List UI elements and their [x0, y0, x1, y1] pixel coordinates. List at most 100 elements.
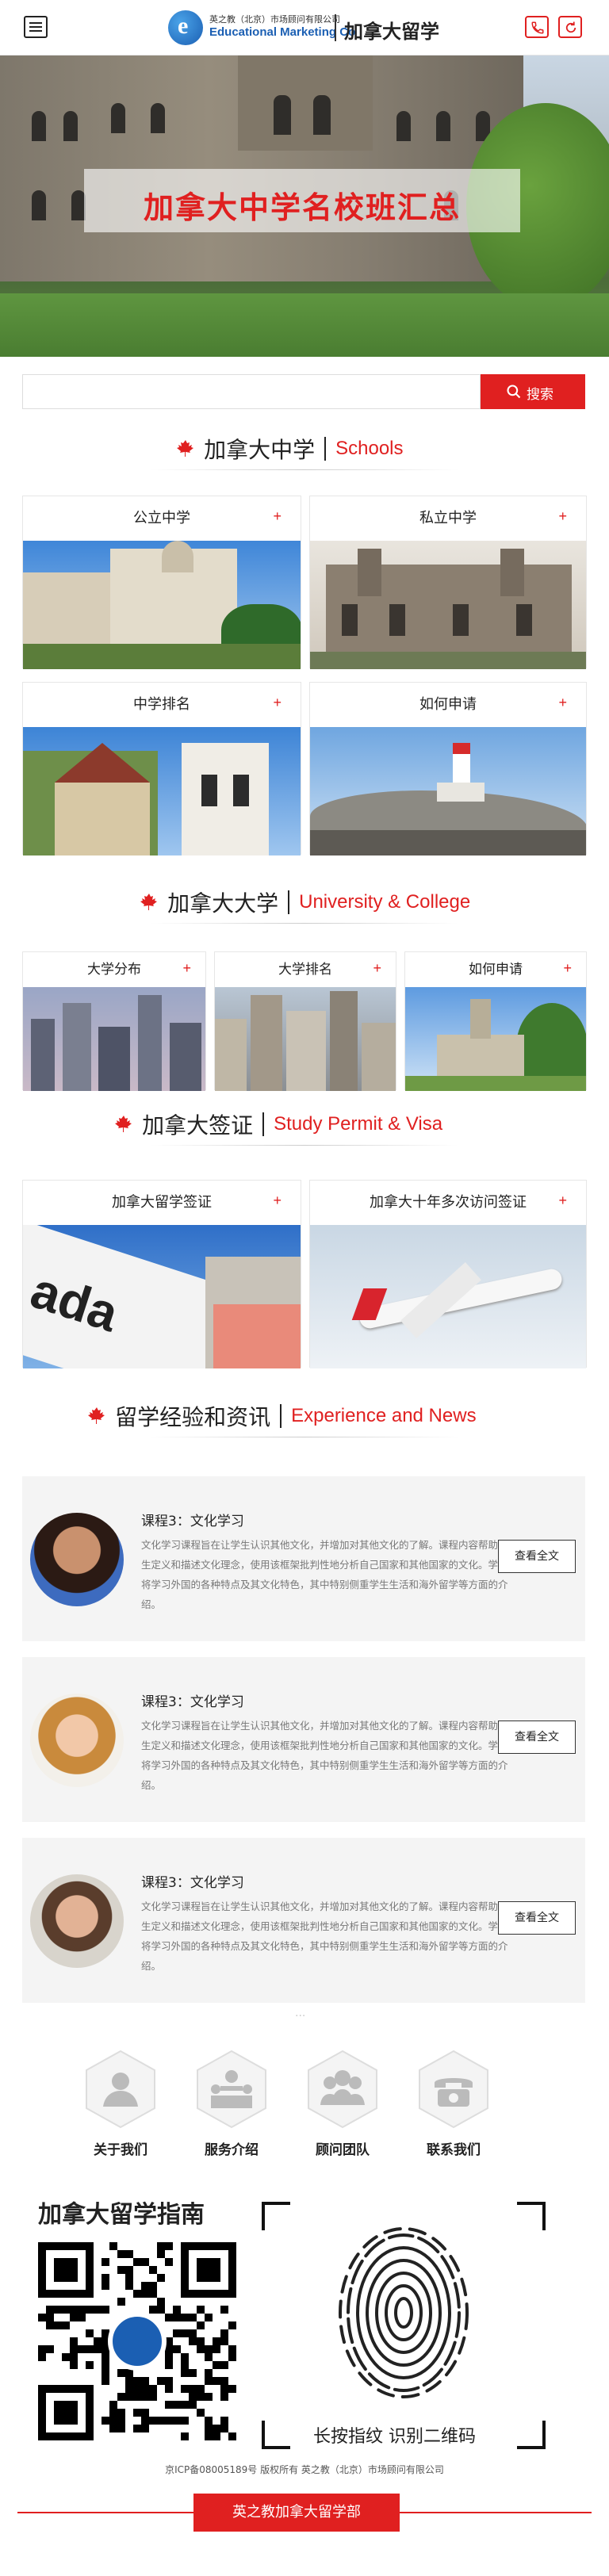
footer-nav-label: 顾问团队	[316, 2142, 370, 2158]
card-how-to-apply-school[interactable]: 如何申请 +	[309, 682, 587, 855]
scan-instruction: 长按指纹 识别二维码	[313, 2427, 476, 2447]
logo[interactable]: e 英之教（北京）市场顾问有限公司 Educational Marketing …	[168, 8, 439, 48]
footer-nav-label: 关于我们	[94, 2142, 147, 2158]
maple-leaf-icon	[115, 1116, 132, 1132]
fingerprint-icon	[339, 2227, 469, 2398]
plus-icon: +	[558, 508, 567, 524]
news-summary: 文化学习课程旨在让学生认识其他文化，并增加对其他文化的了解。课程内容帮助学生定义…	[141, 1720, 508, 1791]
card-public-school[interactable]: 公立中学 +	[22, 496, 301, 669]
section-title-en: University & College	[299, 891, 471, 913]
plus-icon: +	[558, 1192, 567, 1208]
site-title: 加拿大留学	[344, 21, 439, 43]
banner[interactable]: 加拿大中学名校班汇总	[0, 56, 609, 357]
card-university-distribution[interactable]: 大学分布 +	[22, 951, 206, 1091]
maple-leaf-icon	[177, 440, 193, 457]
guide-title: 加拿大留学指南	[38, 2201, 205, 2229]
section-heading-schools: 加拿大中学 Schools	[0, 428, 609, 476]
section-heading-news: 留学经验和资讯 Experience and News	[0, 1395, 609, 1443]
card-label: 如何申请	[469, 962, 523, 978]
news-summary: 文化学习课程旨在让学生认识其他文化，并增加对其他文化的了解。课程内容帮助学生定义…	[141, 1539, 508, 1610]
footer-nav-service[interactable]: 服务介绍	[192, 2050, 271, 2161]
card-image	[310, 541, 586, 669]
news-title: 课程3：文化学习	[141, 1694, 244, 1710]
avatar	[30, 1694, 124, 1787]
footer-nav-team[interactable]: 顾问团队	[303, 2050, 382, 2161]
contact-icon	[419, 2050, 488, 2129]
card-image	[310, 1225, 586, 1368]
card-university-ranking[interactable]: 大学排名 +	[214, 951, 396, 1091]
section-heading-university: 加拿大大学 University & College	[0, 882, 609, 929]
card-private-school[interactable]: 私立中学 +	[309, 496, 587, 669]
card-image	[23, 541, 301, 669]
news-item[interactable]: 课程3：文化学习 文化学习课程旨在让学生认识其他文化，并增加对其他文化的了解。课…	[22, 1657, 585, 1822]
card-ten-year-visa[interactable]: 加拿大十年多次访问签证 +	[309, 1180, 587, 1368]
avatar	[30, 1513, 124, 1606]
card-image	[310, 727, 586, 855]
page: e 英之教（北京）市场顾问有限公司 Educational Marketing …	[0, 0, 609, 2576]
footer-nav-about[interactable]: 关于我们	[81, 2050, 160, 2161]
card-school-ranking[interactable]: 中学排名 +	[22, 682, 301, 855]
section-title-cn: 加拿大签证	[142, 1112, 254, 1139]
card-image	[23, 987, 205, 1091]
card-study-visa[interactable]: 加拿大留学签证 + ada	[22, 1180, 301, 1368]
card-image	[215, 987, 396, 1091]
footer-nav-label: 联系我们	[427, 2142, 481, 2158]
qr-logo-icon	[108, 2312, 167, 2371]
phone-button[interactable]	[525, 16, 549, 38]
section-title-en: Schools	[335, 438, 404, 459]
read-more-button[interactable]: 查看全文	[498, 1540, 576, 1573]
plus-icon: +	[558, 695, 567, 710]
refresh-button[interactable]	[558, 16, 582, 38]
card-university-apply[interactable]: 如何申请 +	[404, 951, 587, 1091]
menu-icon[interactable]	[24, 16, 48, 38]
plus-icon: +	[182, 960, 191, 976]
card-image	[23, 727, 301, 855]
news-title: 课程3：文化学习	[141, 1514, 244, 1529]
card-image	[405, 987, 586, 1091]
search-button-label: 搜索	[527, 387, 553, 403]
plus-icon: +	[273, 1192, 282, 1208]
logo-company-en: Educational Marketing Co	[209, 25, 356, 39]
phone-icon	[531, 21, 544, 34]
footer-nav-contact[interactable]: 联系我们	[414, 2050, 493, 2161]
avatar	[30, 1874, 124, 1968]
news-summary: 文化学习课程旨在让学生认识其他文化，并增加对其他文化的了解。课程内容帮助学生定义…	[141, 1900, 508, 1972]
card-label: 如何申请	[419, 696, 477, 713]
bottom-department-button[interactable]: 英之教加拿大留学部	[193, 2494, 400, 2532]
logo-company-cn: 英之教（北京）市场顾问有限公司	[209, 14, 340, 25]
maple-leaf-icon	[88, 1407, 105, 1424]
card-image: ada	[23, 1225, 301, 1368]
section-title-cn: 留学经验和资讯	[115, 1404, 271, 1430]
footer-nav-label: 服务介绍	[205, 2142, 259, 2158]
maple-leaf-icon	[140, 894, 157, 910]
news-item[interactable]: 课程3：文化学习 文化学习课程旨在让学生认识其他文化，并增加对其他文化的了解。课…	[22, 1838, 585, 2003]
logo-mark: e	[168, 10, 203, 45]
divider-dots: ···	[295, 2010, 306, 2023]
search-button[interactable]: 搜索	[481, 374, 585, 409]
card-label: 大学排名	[278, 962, 332, 978]
plus-icon: +	[563, 960, 572, 976]
logo-divider	[335, 14, 336, 41]
section-title-en: Study Permit & Visa	[274, 1113, 443, 1135]
header: e 英之教（北京）市场顾问有限公司 Educational Marketing …	[0, 0, 609, 56]
read-more-button[interactable]: 查看全文	[498, 1901, 576, 1935]
copyright: 京ICP备08005189号 版权所有 英之教（北京）市场顾问有限公司	[165, 2464, 444, 2475]
qr-code-image	[38, 2242, 236, 2440]
scan-frame[interactable]	[262, 2202, 546, 2449]
card-label: 公立中学	[133, 510, 190, 526]
read-more-button[interactable]: 查看全文	[498, 1721, 576, 1754]
section-title-en: Experience and News	[291, 1405, 477, 1426]
section-title-cn: 加拿大中学	[204, 437, 316, 463]
search-input[interactable]	[22, 374, 481, 409]
search-icon	[507, 385, 521, 399]
section-title-cn: 加拿大大学	[167, 890, 279, 917]
section-heading-visa: 加拿大签证 Study Permit & Visa	[0, 1104, 609, 1151]
qr-code[interactable]	[38, 2242, 236, 2440]
plus-icon: +	[373, 960, 381, 976]
card-label: 私立中学	[419, 510, 477, 526]
banner-title-box: 加拿大中学名校班汇总	[84, 169, 520, 232]
service-icon	[197, 2050, 266, 2129]
news-item[interactable]: 课程3：文化学习 文化学习课程旨在让学生认识其他文化，并增加对其他文化的了解。课…	[22, 1476, 585, 1641]
team-icon	[308, 2050, 377, 2129]
card-label: 加拿大十年多次访问签证	[370, 1194, 527, 1211]
